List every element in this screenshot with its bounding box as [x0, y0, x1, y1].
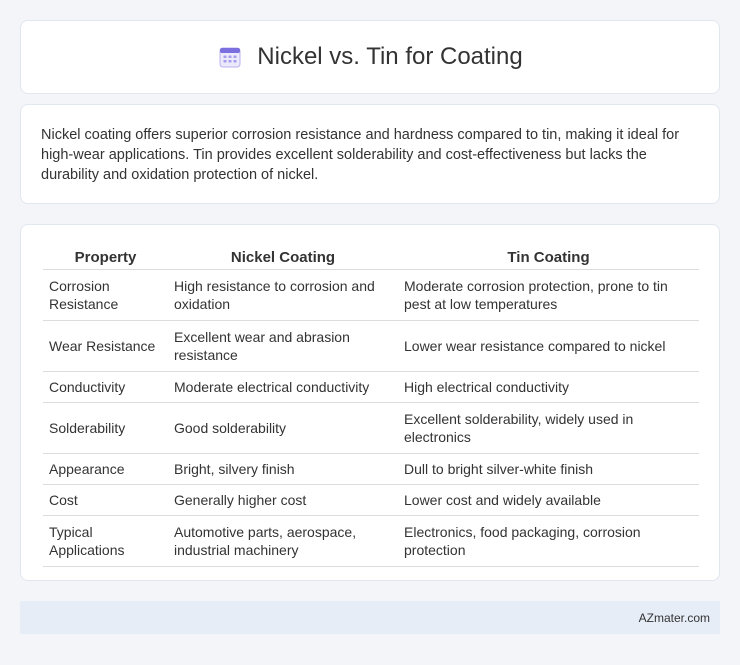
nickel-cell: Good solderability — [168, 402, 398, 454]
nickel-cell: High resistance to corrosion and oxidati… — [168, 269, 398, 321]
header-property: Property — [43, 245, 168, 270]
table-row: Typical Applications Automotive parts, a… — [43, 515, 699, 567]
table-header-row: Property Nickel Coating Tin Coating — [43, 245, 699, 270]
table-row: Conductivity Moderate electrical conduct… — [43, 371, 699, 403]
footer: AZmater.com — [20, 601, 720, 634]
header-card: Nickel vs. Tin for Coating — [20, 20, 720, 94]
property-cell: Typical Applications — [43, 515, 168, 567]
page-title: Nickel vs. Tin for Coating — [257, 43, 523, 70]
title-wrap: Nickel vs. Tin for Coating — [217, 43, 523, 71]
nickel-cell: Automotive parts, aerospace, industrial … — [168, 515, 398, 567]
tin-cell: Lower cost and widely available — [398, 484, 699, 516]
table-row: Solderability Good solderability Excelle… — [43, 402, 699, 454]
tin-cell: Lower wear resistance compared to nickel — [398, 320, 699, 372]
property-cell: Corrosion Resistance — [43, 269, 168, 321]
table-row: Cost Generally higher cost Lower cost an… — [43, 484, 699, 516]
nickel-cell: Excellent wear and abrasion resistance — [168, 320, 398, 372]
header-nickel: Nickel Coating — [168, 245, 398, 270]
comparison-table: Property Nickel Coating Tin Coating Corr… — [43, 245, 699, 567]
nickel-cell: Moderate electrical conductivity — [168, 371, 398, 403]
property-cell: Solderability — [43, 402, 168, 454]
tin-cell: Excellent solderability, widely used in … — [398, 402, 699, 454]
table-row: Appearance Bright, silvery finish Dull t… — [43, 453, 699, 485]
property-cell: Cost — [43, 484, 168, 516]
header-tin: Tin Coating — [398, 245, 699, 270]
calendar-icon — [219, 47, 241, 68]
intro-card: Nickel coating offers superior corrosion… — [20, 104, 720, 204]
table-row: Corrosion Resistance High resistance to … — [43, 269, 699, 321]
nickel-cell: Bright, silvery finish — [168, 453, 398, 485]
property-cell: Appearance — [43, 453, 168, 485]
table-row: Wear Resistance Excellent wear and abras… — [43, 320, 699, 372]
tin-cell: Dull to bright silver-white finish — [398, 453, 699, 485]
property-cell: Conductivity — [43, 371, 168, 403]
nickel-cell: Generally higher cost — [168, 484, 398, 516]
table-card: Property Nickel Coating Tin Coating Corr… — [20, 224, 720, 581]
footer-source-link[interactable]: AZmater.com — [639, 611, 710, 625]
intro-text: Nickel coating offers superior corrosion… — [41, 127, 680, 183]
property-cell: Wear Resistance — [43, 320, 168, 372]
tin-cell: High electrical conductivity — [398, 371, 699, 403]
tin-cell: Moderate corrosion protection, prone to … — [398, 269, 699, 321]
tin-cell: Electronics, food packaging, corrosion p… — [398, 515, 699, 567]
